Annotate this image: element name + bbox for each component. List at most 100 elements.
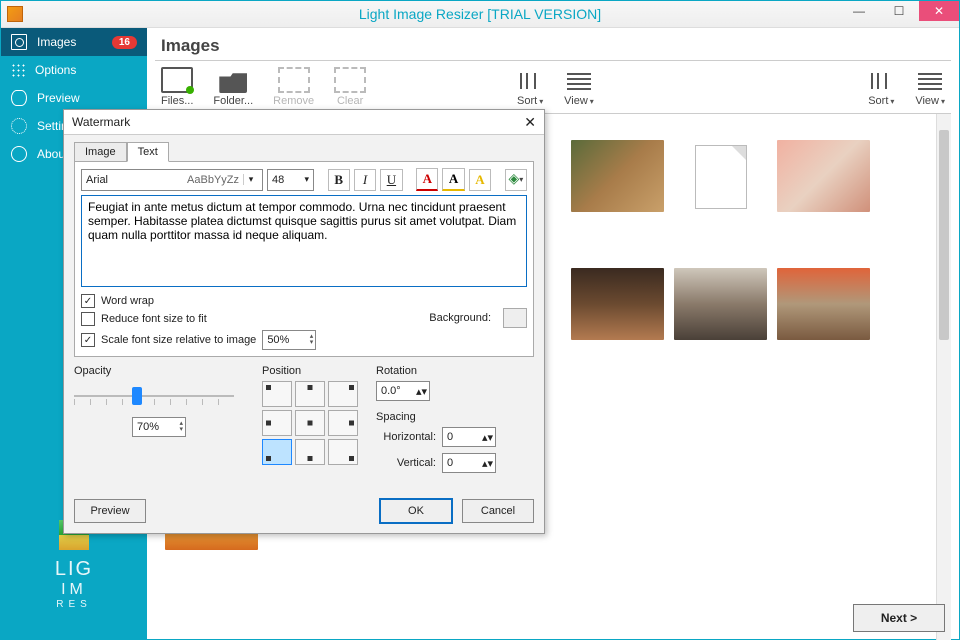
scale-font-option[interactable]: ✓Scale font size relative to image 50%▴▾: [81, 330, 429, 350]
sidebar-item-label: Options: [35, 63, 76, 77]
images-icon: [11, 34, 27, 50]
image-thumbnail[interactable]: [777, 268, 870, 340]
view-button[interactable]: View▾: [564, 71, 594, 107]
position-bottom-right[interactable]: [328, 439, 358, 465]
spinner-icon[interactable]: ▴▾: [482, 457, 493, 470]
bold-button[interactable]: B: [328, 169, 350, 191]
word-wrap-label: Word wrap: [101, 295, 154, 307]
view-icon: [916, 71, 944, 93]
spinner-icon[interactable]: ▴▾: [310, 334, 314, 346]
underline-button[interactable]: U: [380, 169, 402, 191]
spacing-label: Spacing: [376, 411, 496, 423]
text-tab-panel: Arial AaBbYyZz ▾ 48 ▾ B I U A A A: [74, 161, 534, 357]
outline-color-button[interactable]: A: [442, 168, 464, 191]
sidebar-logo: LIG IM RES: [1, 520, 147, 640]
sidebar-item-preview[interactable]: Preview: [1, 84, 147, 112]
toolbar: Files... Folder... Remove Clear Sort▾ Vi…: [147, 61, 959, 109]
remove-icon: [278, 67, 310, 93]
scale-label: Scale font size relative to image: [101, 334, 256, 346]
position-grid: [262, 381, 358, 465]
background-label: Background:: [429, 312, 491, 324]
close-button[interactable]: ✕: [919, 1, 959, 21]
scrollbar-thumb[interactable]: [939, 130, 949, 340]
scale-percent-input[interactable]: 50%▴▾: [262, 330, 316, 350]
spinner-icon[interactable]: ▴▾: [179, 421, 183, 433]
sidebar-item-label: Images: [37, 35, 76, 49]
dialog-body: Image Text Arial AaBbYyZz ▾ 48 ▾ B: [64, 135, 544, 489]
font-size-value: 48: [272, 174, 284, 186]
logo-line2: IM: [1, 581, 147, 599]
maximize-button[interactable]: ☐: [879, 1, 919, 21]
horizontal-label: Horizontal:: [376, 431, 436, 443]
italic-button[interactable]: I: [354, 169, 376, 191]
spinner-icon[interactable]: ▴▾: [416, 385, 427, 398]
sidebar-item-options[interactable]: Options: [1, 56, 147, 84]
opacity-slider[interactable]: [74, 385, 234, 407]
dialog-title: Watermark: [72, 115, 130, 129]
position-top-left[interactable]: [262, 381, 292, 407]
rotation-input[interactable]: 0.0°▴▾: [376, 381, 430, 401]
position-label: Position: [262, 365, 358, 377]
dialog-close-button[interactable]: ✕: [524, 114, 536, 131]
gallery-scrollbar[interactable]: [936, 114, 951, 640]
clear-label: Clear: [337, 95, 363, 107]
image-thumbnail[interactable]: [674, 268, 767, 340]
slider-thumb[interactable]: [132, 387, 142, 405]
spinner-icon[interactable]: ▴▾: [482, 431, 493, 444]
position-bottom-left[interactable]: [262, 439, 292, 465]
minimize-button[interactable]: —: [839, 1, 879, 21]
sidebar-item-label: Preview: [37, 91, 80, 105]
position-middle-center[interactable]: [295, 410, 325, 436]
font-color-button[interactable]: A: [416, 168, 438, 191]
app-window: Light Image Resizer [TRIAL VERSION] — ☐ …: [0, 0, 960, 640]
position-top-center[interactable]: [295, 381, 325, 407]
view-button-2[interactable]: View▾: [915, 71, 945, 107]
dialog-titlebar: Watermark ✕: [64, 110, 544, 135]
clear-button[interactable]: Clear: [334, 67, 366, 107]
remove-button[interactable]: Remove: [273, 67, 314, 107]
view-label: View: [564, 95, 588, 107]
folder-button[interactable]: Folder...: [213, 71, 253, 107]
font-size-select[interactable]: 48 ▾: [267, 169, 314, 191]
horizontal-spacing-input[interactable]: 0▴▾: [442, 427, 496, 447]
dialog-footer: Preview OK Cancel: [64, 489, 544, 533]
view-label: View: [915, 95, 939, 107]
image-thumbnail[interactable]: [777, 140, 870, 212]
highlight-color-button[interactable]: A: [469, 169, 491, 191]
page-title: Images: [147, 28, 959, 60]
background-color-swatch[interactable]: [503, 308, 527, 328]
font-family-select[interactable]: Arial AaBbYyZz ▾: [81, 169, 263, 191]
position-bottom-center[interactable]: [295, 439, 325, 465]
files-label: Files...: [161, 95, 193, 107]
view-icon: [565, 71, 593, 93]
sort-button[interactable]: Sort▾: [516, 71, 544, 107]
ok-button[interactable]: OK: [380, 499, 452, 523]
chevron-down-icon: ▾: [590, 97, 594, 106]
position-top-right[interactable]: [328, 381, 358, 407]
preview-button[interactable]: Preview: [74, 499, 146, 523]
chevron-down-icon: ▾: [539, 97, 543, 106]
opacity-input[interactable]: 70%▴▾: [132, 417, 186, 437]
rotation-spacing-group: Rotation 0.0°▴▾ Spacing Horizontal:0▴▾ V…: [376, 365, 496, 479]
cancel-button[interactable]: Cancel: [462, 499, 534, 523]
format-toolbar: Arial AaBbYyZz ▾ 48 ▾ B I U A A A: [81, 168, 527, 191]
image-thumbnail[interactable]: [571, 268, 664, 340]
vertical-spacing-input[interactable]: 0▴▾: [442, 453, 496, 473]
word-wrap-option[interactable]: ✓Word wrap: [81, 294, 429, 308]
sort-icon: [516, 71, 544, 93]
sidebar-item-images[interactable]: Images 16: [1, 28, 147, 56]
checkbox-icon: [81, 312, 95, 326]
image-thumbnail[interactable]: [571, 140, 664, 212]
sort-button-2[interactable]: Sort▾: [867, 71, 895, 107]
position-middle-left[interactable]: [262, 410, 292, 436]
insert-tag-button[interactable]: ◈▾: [505, 169, 527, 191]
font-name: Arial: [86, 174, 108, 186]
tab-image[interactable]: Image: [74, 142, 127, 162]
next-button[interactable]: Next >: [853, 604, 945, 632]
watermark-text-input[interactable]: [81, 195, 527, 287]
image-thumbnail[interactable]: [674, 140, 767, 212]
reduce-font-option[interactable]: Reduce font size to fit: [81, 312, 429, 326]
tab-text[interactable]: Text: [127, 142, 169, 162]
files-button[interactable]: Files...: [161, 67, 193, 107]
position-middle-right[interactable]: [328, 410, 358, 436]
